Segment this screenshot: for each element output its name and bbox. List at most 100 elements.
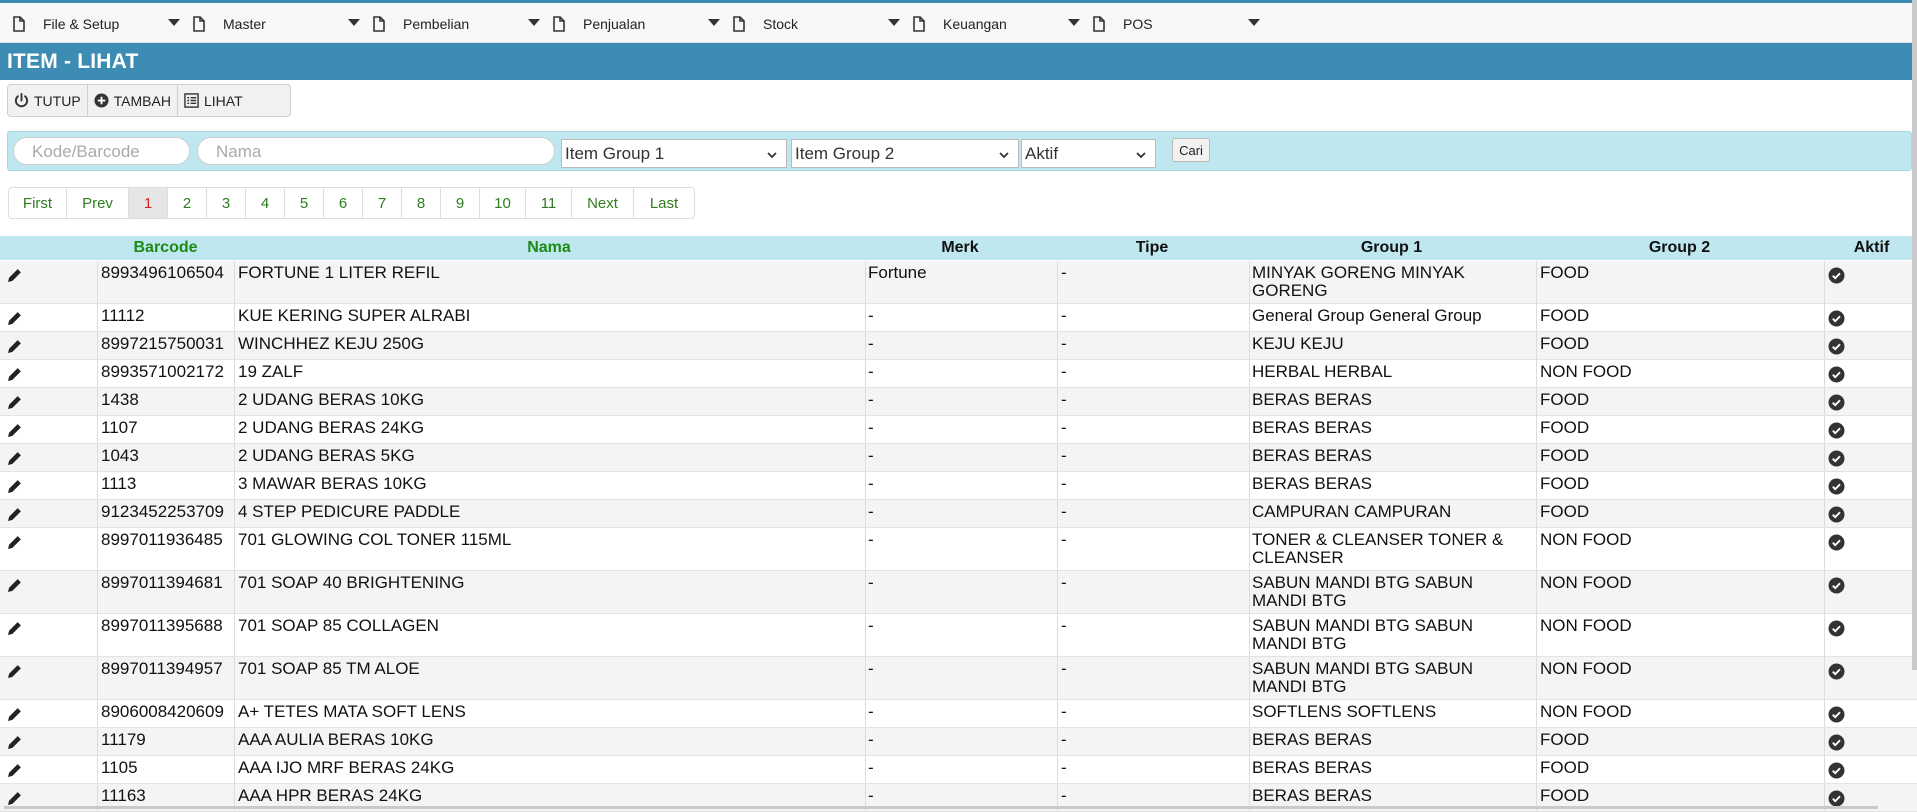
page-next[interactable]: Next <box>572 188 634 218</box>
page-8[interactable]: 8 <box>402 188 441 218</box>
page-10[interactable]: 10 <box>480 188 526 218</box>
pencil-icon[interactable] <box>6 534 23 556</box>
pencil-icon[interactable] <box>6 394 23 416</box>
cell-nama: AAA HPR BERAS 24KG <box>238 786 423 805</box>
column-divider <box>1824 388 1825 415</box>
cell-group2: FOOD <box>1540 418 1590 437</box>
pencil-icon[interactable] <box>6 663 23 685</box>
pencil-icon[interactable] <box>6 734 23 756</box>
page-prev[interactable]: Prev <box>67 188 129 218</box>
column-divider <box>97 332 98 359</box>
menu-item-3[interactable]: Penjualan <box>540 13 720 35</box>
menu-item-label: Stock <box>763 16 799 32</box>
cell-merk: - <box>868 702 874 721</box>
column-divider <box>1249 444 1250 471</box>
code-barcode-input[interactable]: Kode/Barcode <box>13 137 190 165</box>
status-select[interactable]: Aktif <box>1021 139 1156 168</box>
pencil-icon[interactable] <box>6 577 23 599</box>
column-divider <box>865 571 866 613</box>
column-divider <box>1536 500 1537 527</box>
chevron-down-icon <box>998 146 1010 166</box>
column-divider <box>234 614 235 656</box>
add-button[interactable]: TAMBAH <box>88 85 178 116</box>
cell-barcode: 9123452253709 <box>101 502 224 521</box>
cell-barcode: 8997011394957 <box>101 659 223 678</box>
close-button[interactable]: TUTUP <box>8 85 88 116</box>
pencil-icon[interactable] <box>6 338 23 360</box>
page-9[interactable]: 9 <box>441 188 480 218</box>
menu-item-5[interactable]: Keuangan <box>900 13 1080 35</box>
cell-group2: FOOD <box>1540 306 1590 325</box>
cell-group2: FOOD <box>1540 334 1590 353</box>
caret-down-icon <box>528 19 540 26</box>
column-divider <box>1536 388 1537 415</box>
cell-group2: FOOD <box>1540 446 1590 465</box>
pencil-icon[interactable] <box>6 366 23 388</box>
item-group1-select[interactable]: Item Group 1 <box>561 139 787 168</box>
cell-merk: - <box>868 362 874 381</box>
pencil-icon[interactable] <box>6 706 23 728</box>
menu-item-4[interactable]: Stock <box>720 13 900 35</box>
vertical-scrollbar[interactable] <box>1912 0 1917 670</box>
menu-item-1[interactable]: Master <box>180 13 360 35</box>
cell-merk: - <box>868 446 874 465</box>
pencil-icon[interactable] <box>6 310 23 332</box>
cell-nama: 3 MAWAR BERAS 10KG <box>238 474 427 493</box>
column-divider <box>97 261 98 303</box>
page-6[interactable]: 6 <box>324 188 363 218</box>
page-title: ITEM - LIHAT <box>0 43 1917 80</box>
cell-group1: SABUN MANDI BTG SABUN MANDI BTG <box>1252 573 1474 610</box>
cell-group2: FOOD <box>1540 730 1590 749</box>
column-divider <box>865 756 866 783</box>
search-button[interactable]: Cari <box>1172 138 1210 162</box>
col-header-tipe: Tipe <box>1135 239 1169 256</box>
cell-group1: BERAS BERAS <box>1252 446 1372 465</box>
column-divider <box>97 528 98 570</box>
page-first[interactable]: First <box>9 188 67 218</box>
pencil-icon[interactable] <box>6 762 23 784</box>
column-divider <box>234 261 235 303</box>
page-3[interactable]: 3 <box>207 188 246 218</box>
column-divider <box>1057 657 1058 699</box>
view-button[interactable]: LIHAT <box>178 85 249 116</box>
cell-nama: 2 UDANG BERAS 24KG <box>238 418 425 437</box>
menu-item-0[interactable]: File & Setup <box>0 13 180 35</box>
col-header-barcode[interactable]: Barcode <box>98 239 233 257</box>
cell-tipe: - <box>1061 306 1067 325</box>
pencil-icon[interactable] <box>6 620 23 642</box>
pencil-icon[interactable] <box>6 422 23 444</box>
cell-tipe: - <box>1061 659 1067 678</box>
cell-barcode: 1107 <box>101 418 138 437</box>
pencil-icon[interactable] <box>6 506 23 528</box>
menu-item-6[interactable]: POS <box>1080 13 1260 35</box>
pencil-icon[interactable] <box>6 450 23 472</box>
column-divider <box>1249 332 1250 359</box>
col-header-nama[interactable]: Nama <box>234 239 864 257</box>
column-divider <box>1057 388 1058 415</box>
cell-tipe: - <box>1061 730 1067 749</box>
column-divider <box>234 388 235 415</box>
chevron-down-icon <box>1135 146 1147 166</box>
page-5[interactable]: 5 <box>285 188 324 218</box>
page-7[interactable]: 7 <box>363 188 402 218</box>
status-value: Aktif <box>1025 144 1059 163</box>
cell-barcode: 1438 <box>101 390 139 409</box>
page-4[interactable]: 4 <box>246 188 285 218</box>
page-1[interactable]: 1 <box>129 188 168 218</box>
cell-group1: SOFTLENS SOFTLENS <box>1252 702 1437 721</box>
check-circle-icon <box>1828 338 1845 360</box>
horizontal-scrollbar[interactable] <box>4 806 1878 809</box>
column-divider <box>865 332 866 359</box>
item-group2-select[interactable]: Item Group 2 <box>791 139 1019 168</box>
cell-group2: FOOD <box>1540 758 1590 777</box>
column-divider <box>1824 728 1825 755</box>
col-header-group2: Group 2 <box>1648 239 1711 256</box>
page-last[interactable]: Last <box>634 188 694 218</box>
cell-barcode: 8997011936485 <box>101 530 223 549</box>
name-input[interactable]: Nama <box>197 137 555 165</box>
pencil-icon[interactable] <box>6 478 23 500</box>
pencil-icon[interactable] <box>6 267 23 289</box>
page-2[interactable]: 2 <box>168 188 207 218</box>
menu-item-2[interactable]: Pembelian <box>360 13 540 35</box>
page-11[interactable]: 11 <box>526 188 572 218</box>
